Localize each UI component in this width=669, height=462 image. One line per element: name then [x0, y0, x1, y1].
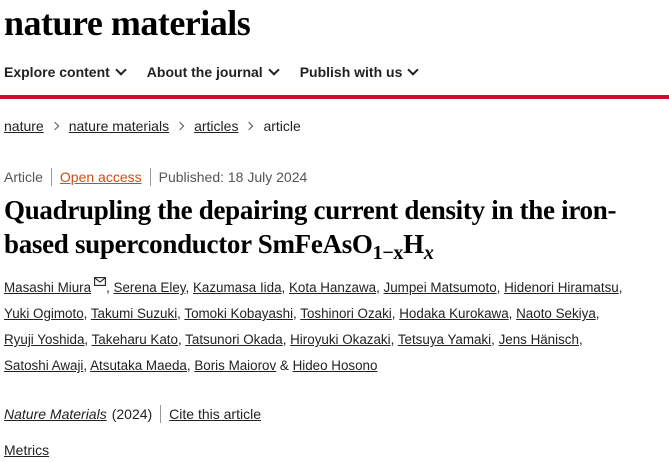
chevron-down-icon — [115, 63, 127, 76]
chevron-right-icon — [175, 121, 185, 131]
title-h: H — [403, 229, 424, 259]
published-date: Published: 18 July 2024 — [158, 169, 308, 185]
nav-about-journal[interactable]: About the journal — [146, 63, 280, 80]
chevron-down-icon — [268, 63, 280, 76]
article-meta: Article Open access Published: 18 July 2… — [4, 168, 307, 186]
metrics-link[interactable]: Metrics — [4, 442, 49, 458]
author-link[interactable]: Jumpei Matsumoto — [384, 280, 497, 295]
journal-logo[interactable]: nature materials — [4, 2, 251, 44]
author-last-joiner: & — [276, 358, 293, 373]
author-link[interactable]: Jens Hänisch — [499, 332, 579, 347]
open-access-link[interactable]: Open access — [60, 169, 142, 185]
author-separator: , — [185, 280, 193, 295]
author-separator: , — [508, 306, 517, 321]
author-separator: , — [578, 332, 583, 347]
author-separator: , — [376, 280, 384, 295]
citation-year: (2024) — [111, 406, 153, 422]
chevron-right-icon — [50, 121, 59, 131]
author-link[interactable]: Hiroyuki Okazaki — [290, 332, 390, 347]
title-subscript-x: x — [424, 242, 434, 264]
author-link[interactable]: Satoshi Awaji — [4, 358, 83, 373]
author-link[interactable]: Tetsuya Yamaki — [398, 332, 491, 347]
author-link[interactable]: Toshinori Ozaki — [300, 306, 392, 321]
envelope-icon[interactable] — [94, 277, 107, 286]
author-separator: , — [281, 280, 289, 295]
author-separator: , — [83, 306, 91, 321]
author-link[interactable]: Takeharu Kato — [92, 332, 178, 347]
article-title-text: Quadrupling the depairing current densit… — [4, 195, 617, 259]
title-subscript: 1−x — [373, 242, 404, 264]
author-link[interactable]: Hodaka Kurokawa — [399, 306, 508, 321]
author-link[interactable]: Tatsunori Okada — [185, 332, 283, 347]
citation-line: Nature Materials (2024) Cite this articl… — [4, 405, 261, 423]
author-separator: , — [496, 280, 505, 295]
title-x: x — [423, 242, 434, 264]
author-link[interactable]: Hideo Hosono — [293, 358, 378, 373]
breadcrumb-articles[interactable]: articles — [194, 118, 238, 134]
cite-this-article-link[interactable]: Cite this article — [169, 406, 261, 422]
author-link[interactable]: Kazumasa Iida — [193, 280, 282, 295]
nav-publish-with-us[interactable]: Publish with us — [299, 63, 420, 80]
author-link[interactable]: Tomoki Kobayashi — [184, 306, 293, 321]
nav-explore-content[interactable]: Explore content — [4, 63, 127, 80]
author-link[interactable]: Yuki Ogimoto — [4, 306, 84, 321]
chevron-right-icon — [245, 121, 254, 131]
author-link[interactable]: Boris Maiorov — [194, 358, 276, 373]
breadcrumb-nature[interactable]: nature — [4, 118, 44, 134]
author-link[interactable]: Atsutaka Maeda — [90, 358, 187, 373]
author-separator: , — [106, 280, 114, 295]
author-link[interactable]: Takumi Suzuki — [91, 306, 177, 321]
main-nav: Explore content About the journal Publis… — [0, 60, 439, 84]
breadcrumb-nature-materials[interactable]: nature materials — [69, 118, 169, 134]
author-list: Masashi Miura, Serena Eley, Kazumasa Iid… — [4, 275, 669, 379]
divider — [149, 168, 151, 186]
author-link[interactable]: Naoto Sekiya — [516, 306, 596, 321]
journal-link[interactable]: Nature Materials — [4, 406, 107, 422]
divider — [160, 405, 162, 423]
author-separator: , — [491, 332, 499, 347]
header-divider — [0, 95, 669, 99]
author-link[interactable]: Ryuji Yoshida — [4, 332, 84, 347]
author-separator: , — [84, 332, 92, 347]
chevron-down-icon — [407, 63, 420, 76]
author-separator: , — [618, 280, 623, 295]
author-separator: , — [390, 332, 398, 347]
author-link[interactable]: Hidenori Hiramatsu — [504, 280, 619, 295]
author-separator: , — [595, 306, 600, 321]
title-subscript-text: 1−x — [372, 242, 404, 264]
divider — [50, 168, 52, 186]
nav-publish-with-us-label: Publish with us — [299, 64, 403, 80]
author-link[interactable]: Kota Hanzawa — [289, 280, 376, 295]
article-type: Article — [4, 169, 43, 185]
nav-about-journal-label: About the journal — [146, 64, 263, 80]
breadcrumb-current: article — [263, 118, 301, 134]
author-link[interactable]: Masashi Miura — [4, 280, 91, 295]
author-link[interactable]: Serena Eley — [114, 280, 186, 295]
breadcrumb: nature nature materials articles article — [4, 118, 301, 134]
nav-explore-content-label: Explore content — [4, 64, 110, 80]
article-title: Quadrupling the depairing current densit… — [4, 193, 669, 270]
